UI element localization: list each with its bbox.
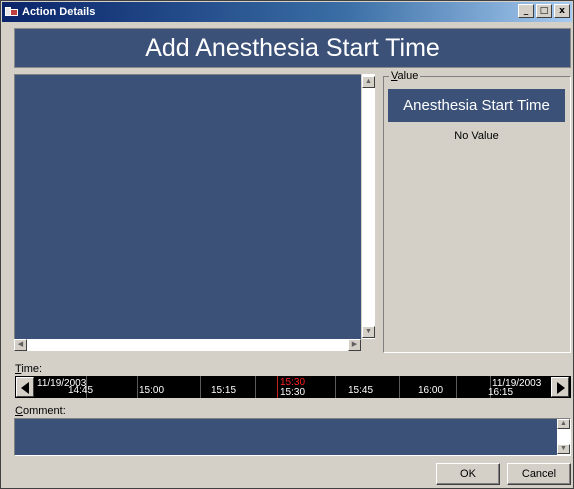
timeline-tick: 15:30 xyxy=(280,387,306,398)
scroll-left-icon[interactable]: ◀ xyxy=(14,339,27,351)
title-bar[interactable]: Action Details _ □ x xyxy=(2,2,572,22)
minimize-button[interactable]: _ xyxy=(518,4,534,18)
timeline-tick: 15:00 xyxy=(139,385,165,396)
arrow-left-icon xyxy=(21,382,29,394)
vertical-scrollbar[interactable]: ▲ ▼ xyxy=(361,74,375,339)
time-label: Time: xyxy=(15,363,43,375)
value-text: No Value xyxy=(454,130,499,142)
timeline-cursor-time[interactable]: 15:30 xyxy=(280,377,305,388)
window-controls: _ □ x xyxy=(518,4,570,18)
scroll-up-icon[interactable]: ▲ xyxy=(557,419,570,429)
value-legend: Value xyxy=(389,70,421,82)
scroll-down-icon[interactable]: ▼ xyxy=(362,326,375,338)
timeline-tick: 14:45 xyxy=(68,385,94,396)
timeline-tick: 15:45 xyxy=(348,385,374,396)
timeline-tick: 15:15 xyxy=(211,385,237,396)
timeline-tick: 16:00 xyxy=(418,385,444,396)
maximize-button[interactable]: □ xyxy=(536,4,552,18)
window-title: Action Details xyxy=(22,6,96,18)
app-icon xyxy=(5,6,19,18)
comment-label: Comment: xyxy=(15,405,66,417)
scroll-down-icon[interactable]: ▼ xyxy=(557,444,570,454)
ok-button[interactable]: OK xyxy=(436,463,500,485)
page-title: Add Anesthesia Start Time xyxy=(14,28,571,68)
scroll-up-icon[interactable]: ▲ xyxy=(362,76,375,88)
action-details-window: Action Details _ □ x Add Anesthesia Star… xyxy=(0,0,574,489)
comment-scrollbar[interactable]: ▲ ▼ xyxy=(557,419,570,455)
close-button[interactable]: x xyxy=(554,4,570,18)
comment-input[interactable] xyxy=(14,418,571,456)
scroll-right-icon[interactable]: ▶ xyxy=(348,339,361,351)
arrow-right-icon xyxy=(557,382,565,394)
timeline-forward-button[interactable] xyxy=(551,377,569,397)
timeline[interactable]: 11/19/2003 11/19/2003 14:45 15:00 15:15 … xyxy=(15,376,571,398)
value-heading: Anesthesia Start Time xyxy=(388,89,565,122)
cancel-button[interactable]: Cancel xyxy=(507,463,571,485)
horizontal-scrollbar[interactable]: ◀ ▶ xyxy=(14,339,361,351)
main-panel[interactable] xyxy=(14,74,375,351)
timeline-tick: 16:15 xyxy=(488,387,514,398)
timeline-back-button[interactable] xyxy=(16,377,34,397)
scroll-corner xyxy=(361,339,375,351)
